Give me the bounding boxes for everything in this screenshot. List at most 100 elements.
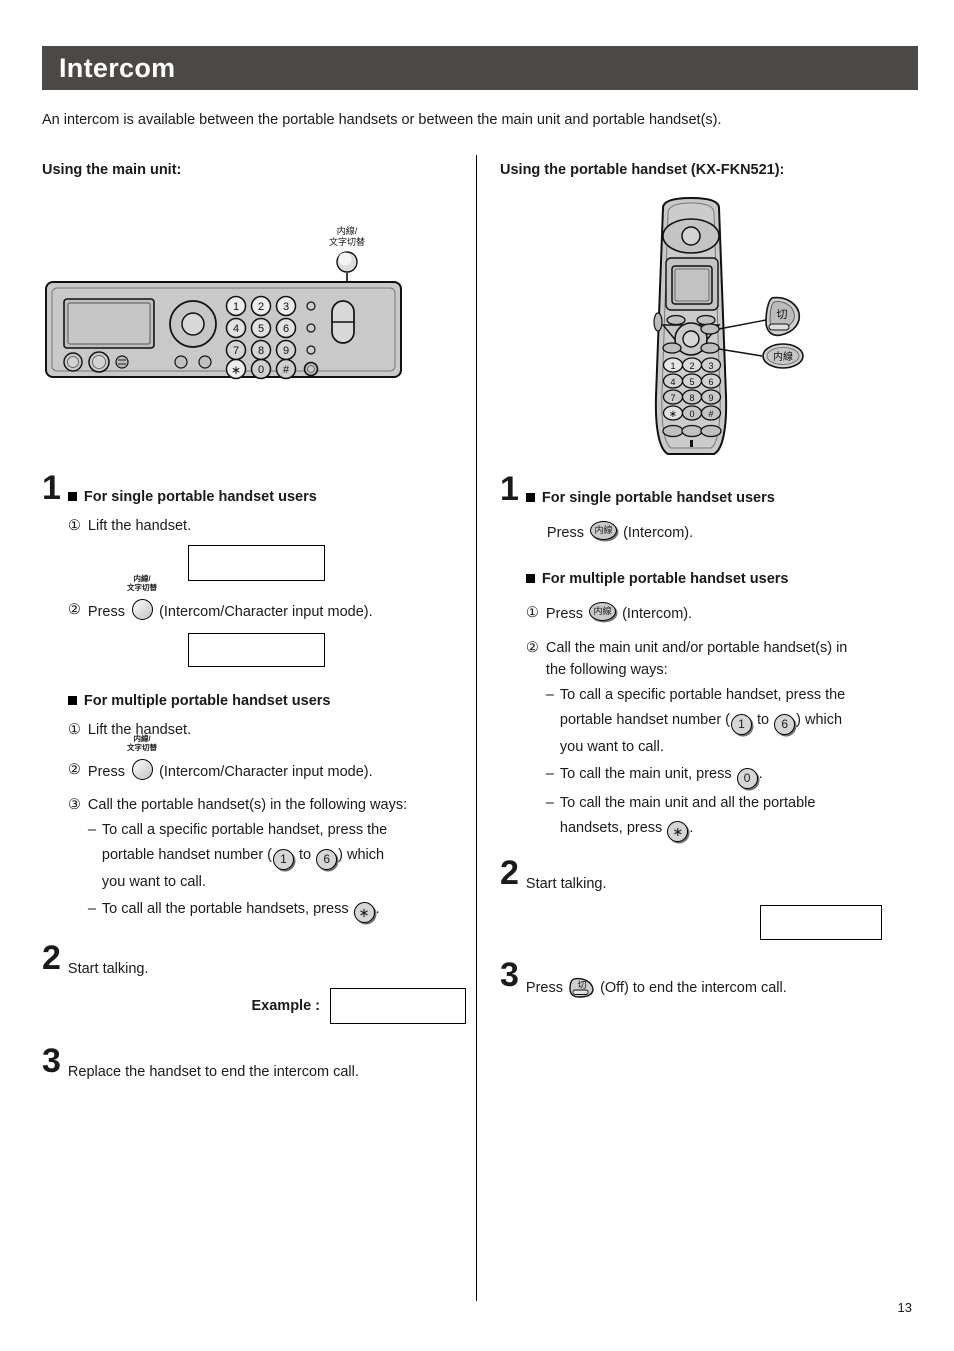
off-key-icon: 切 [569,976,594,998]
dash-item: – To call all the portable handsets, pre… [88,897,466,923]
left-button-3 [115,355,129,369]
dash-line-2a: portable handset number ( [101,847,272,863]
dash-text: To call the main unit, press 0. [560,762,920,789]
key-6-icon: 6 [774,714,796,735]
step-content: Start talking. [526,860,920,940]
dash-item: – To call the main unit and all the port… [546,791,920,842]
list-item: ① Press 内線 (Intercom). [526,602,920,625]
step-content: For single portable handset users Press … [525,476,920,842]
svg-text:4: 4 [670,377,675,387]
svg-text:1: 1 [670,361,675,371]
step-content: Press 切 (Off) to end the intercom call. [526,962,920,999]
bottom-key-3 [700,424,722,438]
press-label: Press [546,525,584,541]
dash-text: To call all the portable handsets, press… [102,897,466,923]
intercom-label: (Intercom). [623,525,694,541]
microphone [690,440,693,447]
off-label: (Off) to end the intercom call. [600,980,787,996]
subhead-label: For multiple portable handset users [83,693,331,709]
item-marker: ② [67,602,81,618]
soft-key-left [666,314,686,326]
callout-off-key: 切 [765,296,801,337]
example-display-box [330,988,466,1024]
key-star-icon: ∗ [667,821,689,842]
intercom-key [700,342,720,354]
single-user-instruction: Press 内線 (Intercom). [547,521,920,544]
main-unit-keypad: 1 2 3 4 5 6 7 8 9 ∗ 0 # [225,295,297,380]
svg-text:切: 切 [777,308,788,321]
dash-line-1: To call a specific portable handset, pre… [101,822,388,838]
svg-text:7: 7 [233,345,239,357]
page-title-bar: Intercom [42,46,918,90]
bullet-square-icon [525,493,535,502]
side-key [653,312,663,332]
intercom-label: (Intercom). [622,606,693,622]
main-unit-callout-line2: 文字切替 [329,236,365,247]
press-label: Press [545,606,583,622]
svg-text:#: # [283,364,290,376]
page-number: 13 [897,1300,912,1315]
column-divider [476,155,477,1301]
caption-line-1: 内線/ [133,734,151,743]
dash-marker: – [87,901,96,917]
step-number: 1 [500,470,519,508]
press-label: Press [87,764,125,780]
page-title: Intercom [59,52,176,83]
dash-item: – To call the main unit, press 0. [546,762,920,789]
subhead-single-users: For single portable handset users [67,487,466,508]
svg-text:5: 5 [258,323,264,335]
section-heading-main-unit: Using the main unit: [42,162,182,178]
dash-line-2b: to [295,847,316,863]
subhead-label: For single portable handset users [541,490,775,506]
key-1-icon: 1 [731,714,752,735]
dash-line-2b: to [753,712,774,728]
intercom-button-glyph: 内線/ 文字切替 [127,574,157,623]
svg-text:5: 5 [689,377,694,387]
off-key [700,323,720,335]
step-number: 3 [500,956,519,994]
function-key-1 [306,301,316,311]
dial-sub-button-1 [174,355,188,369]
dash-text: To call a specific portable handset, pre… [102,818,466,895]
svg-text:∗: ∗ [231,363,241,377]
item-text: Call the portable handset(s) in the foll… [87,797,408,813]
item-text: Press 内線 (Intercom). [546,602,920,625]
example-row: Example : [68,988,466,1024]
soft-key-right [696,314,716,326]
dash-line-1: To call the main unit and all the portab… [559,795,816,811]
dash-line-1b: . [375,901,380,917]
subhead-label: For multiple portable handset users [541,571,789,587]
intercom-key-icon: 内線 [589,602,617,621]
section-heading-portable-handset: Using the portable handset (KX-FKN521): [500,162,785,178]
off-leader-line [718,319,767,330]
svg-text:8: 8 [689,393,694,403]
svg-text:切: 切 [578,980,587,990]
dash-text: To call the main unit and all the portab… [560,791,920,842]
dash-text: To call a specific portable handset, pre… [560,683,920,760]
step-content: For single portable handset users ① Lift… [67,475,466,923]
bullet-square-icon [67,696,77,705]
round-button-icon [132,759,154,780]
main-unit-callout-line1: 内線/ [337,225,358,236]
dash-line-2a: handsets, press [559,820,667,836]
svg-text:6: 6 [283,323,289,335]
right-step-3: 3 Press 切 (Off) to end the intercom call… [500,956,920,999]
button-caption: 内線/ 文字切替 [127,734,157,752]
lcd-display-box-2 [187,633,325,667]
step-text: Start talking. [67,961,149,977]
multiple-user-steps: ① Press 内線 (Intercom). ② Call the main u… [526,602,920,681]
dash-line-2b: . [689,820,694,836]
intro-paragraph: An intercom is available between the por… [42,112,722,128]
portable-handset-diagram: 1 2 3 4 5 6 7 8 9 ∗ 0 # 切 内線 [653,196,804,455]
main-unit-figure: 内線/ 文字切替 1 2 3 4 5 6 7 8 9 ∗ 0 # [42,196,466,461]
left-step-1: 1 For single portable handset users ① Li… [42,471,466,923]
item-marker: ③ [67,797,81,813]
dash-line-3: you want to call. [101,874,206,890]
right-step-1: 1 For single portable handset users Pres… [500,470,920,842]
left-step-3: 3 Replace the handset to end the interco… [42,1044,466,1083]
lcd-display-box-1 [187,545,325,581]
press-label: Press [525,980,563,996]
svg-text:9: 9 [283,345,289,357]
button-caption: 内線/ 文字切替 [127,574,157,592]
function-key-2 [306,323,316,333]
